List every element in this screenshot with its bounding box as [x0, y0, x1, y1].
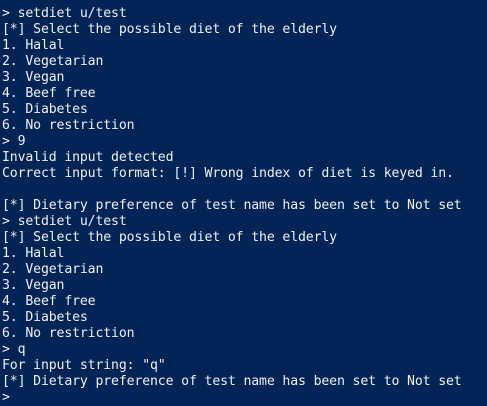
diet-option: 4. Beef free — [2, 294, 96, 309]
diet-option: 3. Vegan — [2, 70, 65, 85]
diet-option: 5. Diabetes — [2, 310, 88, 325]
diet-option: 1. Halal — [2, 38, 65, 53]
prompt-message: [*] Select the possible diet of the elde… — [2, 230, 337, 245]
diet-option: 3. Vegan — [2, 278, 65, 293]
command-line: > setdiet u/test — [2, 6, 127, 21]
console-output[interactable]: > setdiet u/test [*] Select the possible… — [2, 6, 487, 406]
user-input-line: > 9 — [2, 134, 26, 149]
diet-option: 2. Vegetarian — [2, 54, 104, 69]
command-line: > setdiet u/test — [2, 214, 127, 229]
diet-option: 1. Halal — [2, 246, 65, 261]
input-prompt[interactable]: > — [2, 390, 487, 406]
result-message: [*] Dietary preference of test name has … — [2, 374, 462, 389]
error-message: For input string: "q" — [2, 358, 166, 373]
diet-option: 6. No restriction — [2, 326, 135, 341]
prompt-message: [*] Select the possible diet of the elde… — [2, 22, 337, 37]
diet-option: 5. Diabetes — [2, 102, 88, 117]
diet-option: 2. Vegetarian — [2, 262, 104, 277]
user-input-line: > q — [2, 342, 26, 357]
diet-option: 4. Beef free — [2, 86, 96, 101]
result-message: [*] Dietary preference of test name has … — [2, 198, 462, 213]
error-format-message: Correct input format: [!] Wrong index of… — [2, 166, 454, 181]
error-message: Invalid input detected — [2, 150, 174, 165]
diet-option: 6. No restriction — [2, 118, 135, 133]
